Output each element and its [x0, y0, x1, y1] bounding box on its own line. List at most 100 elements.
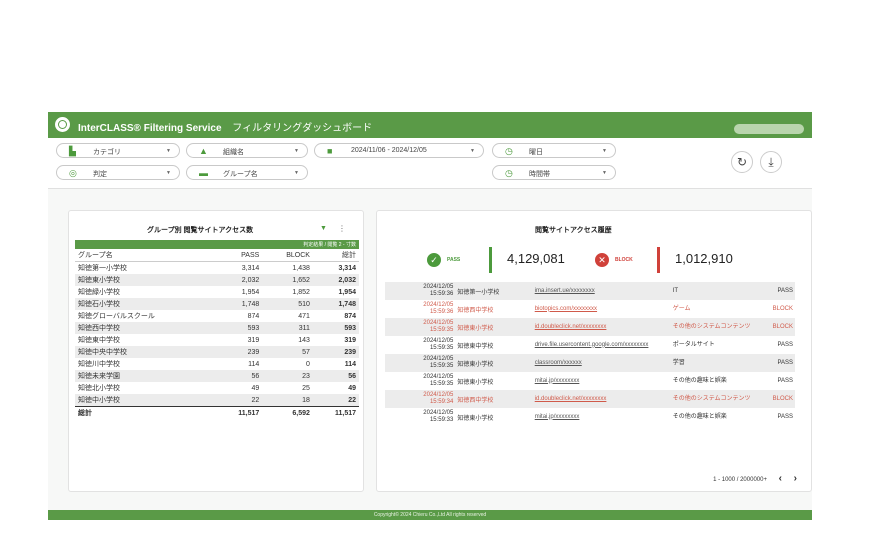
pass-label: PASS [447, 257, 461, 263]
list-item[interactable]: 2024/12/05 15:59:35 知徳東中学校 drive.file.userc… [385, 336, 795, 354]
access-time: 15:59:35 [429, 363, 454, 369]
table-row[interactable]: 知徳中小学校 22 18 22 [75, 394, 359, 407]
refresh-button[interactable]: ↻ [731, 151, 753, 173]
access-datetime: 2024/12/05 15:59:35 [385, 336, 455, 354]
access-date: 2024/12/05 [423, 338, 454, 344]
access-datetime: 2024/12/05 15:59:35 [385, 354, 456, 372]
filter-icon[interactable]: ▼ [320, 225, 327, 232]
chevron-down-icon: ▼ [470, 148, 475, 154]
interclass-logo-icon [55, 117, 70, 132]
total-cell: 239 [312, 346, 359, 358]
column-header-group[interactable]: グループ名 [75, 249, 217, 262]
table-total-row: 総計 11,517 6,592 11,517 [75, 406, 359, 419]
total-label: 総計 [75, 406, 217, 419]
block-cell: 25 [302, 384, 310, 392]
block-cell: 0 [306, 360, 310, 368]
total-cell: 874 [344, 312, 356, 320]
access-date: 2024/12/05 [423, 356, 454, 362]
group-name-cell: 知徳中小学校 [75, 394, 217, 407]
dashboard-app: InterCLASS® Filtering Service フィルタリングダッシ… [48, 112, 812, 520]
table-row[interactable]: 知徳石小学校 1,748 510 1,748 [75, 298, 359, 310]
table-row[interactable]: 知徳グローバルスクール 874 471 874 [75, 310, 359, 322]
access-datetime: 2024/12/05 15:59:36 [385, 300, 455, 318]
access-url-link[interactable]: classroom/xxxxxx [532, 354, 671, 372]
table-subheader: 判定結果 / 閲覧 2 - 寸数 [75, 240, 359, 249]
access-group: 知徳第一小学校 [455, 282, 533, 300]
list-item[interactable]: 2024/12/05 15:59:36 知徳第一小学校 ima.insert.ue/x… [385, 282, 795, 300]
access-url-link[interactable]: drive.file.usercontent.google.com/xxxxxx… [533, 336, 671, 354]
table-row[interactable]: 知徳北小学校 49 25 49 [75, 382, 359, 394]
table-row[interactable]: 知徳川中学校 114 0 114 [75, 358, 359, 370]
pass-cell: 1,954 [241, 288, 260, 296]
access-datetime: 2024/12/05 15:59:36 [385, 282, 456, 300]
column-header-block[interactable]: BLOCK [262, 249, 313, 262]
date-range-filter[interactable]: ■ 2024/11/06 - 2024/12/05 ▼ [314, 143, 484, 158]
table-row[interactable]: 知徳中央中学校 239 57 239 [75, 346, 359, 358]
app-header: InterCLASS® Filtering Service フィルタリングダッシ… [48, 112, 812, 138]
judgment-filter[interactable]: ◎ 判定 ▼ [56, 165, 180, 180]
access-date: 2024/12/05 [423, 392, 454, 398]
page-range: 1 - 1000 / 2000000+ [713, 477, 767, 483]
access-url-link[interactable]: mitai.jp/xxxxxxxx [533, 408, 671, 426]
access-url-link[interactable]: biotopics.com/xxxxxxxx [533, 300, 671, 318]
block-cell: 18 [262, 394, 313, 407]
category-filter[interactable]: ▙ カテゴリ ▼ [56, 143, 180, 158]
next-page-button[interactable]: › [794, 473, 797, 484]
column-header-total[interactable]: 総計 [312, 249, 359, 262]
total-cell: 56 [312, 370, 359, 382]
block-cell: 143 [298, 336, 310, 344]
table-row[interactable]: 知徳西中学校 593 311 593 [75, 322, 359, 334]
pass-cell: 1,748 [216, 298, 263, 310]
group-name-cell: 知徳東小学校 [75, 274, 217, 286]
access-category: 学習 [670, 354, 753, 372]
group-name-cell: 知徳第一小学校 [78, 265, 127, 272]
pass-cell: 239 [216, 346, 263, 358]
header-account-button[interactable] [734, 124, 804, 134]
list-item[interactable]: 2024/12/05 15:59:35 知徳東小学校 id.doubleclick.n… [385, 318, 795, 336]
list-item[interactable]: 2024/12/05 15:59:33 知徳東小学校 mitai.jp/xxxxxxx… [385, 408, 795, 426]
total-cell: 49 [348, 384, 356, 392]
column-header-pass[interactable]: PASS [216, 249, 263, 262]
pass-count: 4,129,081 [507, 251, 565, 266]
table-row[interactable]: 知徳東中学校 319 143 319 [75, 334, 359, 346]
table-row[interactable]: 知徳未来学園 56 23 56 [75, 370, 359, 382]
access-url-link[interactable]: ima.insert.ue/xxxxxxxx [532, 282, 671, 300]
table-row[interactable]: 知徳緑小学校 1,954 1,852 1,954 [75, 286, 359, 298]
access-result: PASS [777, 378, 793, 384]
access-url-link[interactable]: id.doubleclick.net/xxxxxxxx [532, 318, 671, 336]
pass-cell: 3,314 [241, 264, 260, 272]
access-datetime: 2024/12/05 15:59:35 [385, 318, 456, 336]
access-url-link[interactable]: id.doubleclick.net/xxxxxxxx [532, 390, 671, 408]
list-item[interactable]: 2024/12/05 15:59:35 知徳東小学校 classroom/xxxxxx… [385, 354, 795, 372]
school-filter[interactable]: ▲ 組織名 ▼ [186, 143, 308, 158]
time-filter[interactable]: ◷ 時間帯 ▼ [492, 165, 616, 180]
pass-cell: 2,032 [216, 274, 263, 286]
access-result: BLOCK [772, 306, 793, 312]
group-name-cell: 知徳東中学校 [78, 337, 120, 344]
prev-page-button[interactable]: ‹ [779, 473, 782, 484]
chevron-down-icon: ▼ [294, 170, 299, 176]
download-button[interactable]: ⤓ [760, 151, 782, 173]
access-group: 知徳東小学校 [457, 415, 494, 422]
pass-cell: 22 [216, 394, 263, 407]
access-url-link[interactable]: mitai.jp/xxxxxxxx [533, 372, 671, 390]
clock-icon: ◷ [505, 146, 513, 156]
block-cell: 471 [298, 312, 310, 320]
list-item[interactable]: 2024/12/05 15:59:36 知徳西中学校 biotopics.com/xx… [385, 300, 795, 318]
day-filter[interactable]: ◷ 曜日 ▼ [492, 143, 616, 158]
pass-cell: 319 [247, 336, 260, 344]
pass-cell: 114 [248, 360, 260, 368]
table-row[interactable]: 知徳東小学校 2,032 1,652 2,032 [75, 274, 359, 286]
filter-bar: ▙ カテゴリ ▼ ▲ 組織名 ▼ ■ 2024/11/06 - 2024/12/… [48, 138, 812, 189]
table-row[interactable]: 知徳第一小学校 3,314 1,438 3,314 [75, 262, 359, 275]
table-header-row: グループ名 PASS BLOCK 総計 [75, 249, 359, 262]
block-cell: 23 [262, 370, 313, 382]
list-item[interactable]: 2024/12/05 15:59:35 知徳東小学校 mitai.jp/xxxxxxx… [385, 372, 795, 390]
group-name-cell: 知徳石小学校 [75, 298, 217, 310]
list-item[interactable]: 2024/12/05 15:59:34 知徳西中学校 id.doubleclick.n… [385, 390, 795, 408]
access-group: 知徳東小学校 [455, 354, 533, 372]
access-result: PASS [752, 354, 795, 372]
more-options-icon[interactable]: ⋮ [338, 224, 346, 233]
group-name-cell: 知徳西中学校 [75, 322, 217, 334]
group-filter[interactable]: ▬ グループ名 ▼ [186, 165, 308, 180]
